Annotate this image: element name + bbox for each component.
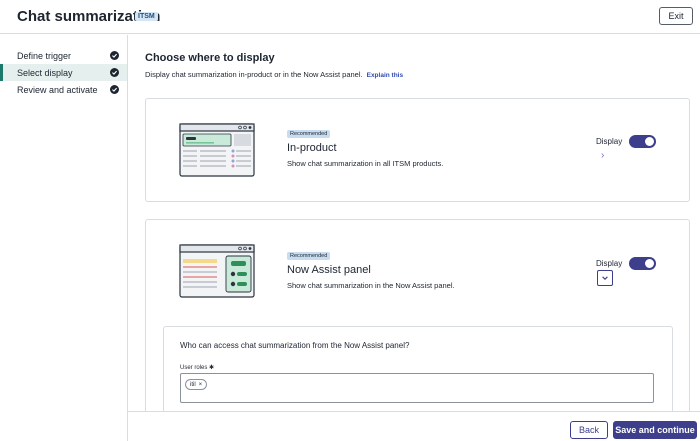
check-circle-icon: [110, 85, 119, 94]
display-toggle[interactable]: [629, 135, 656, 148]
close-icon[interactable]: ×: [199, 382, 203, 388]
step-label: Select display: [17, 67, 73, 78]
role-chip-label: itil: [190, 381, 196, 388]
section-title: Choose where to display: [145, 52, 275, 64]
chevron-right-icon[interactable]: ›: [601, 150, 604, 161]
recommended-badge: Recommended: [287, 130, 331, 138]
display-label: Display: [596, 259, 623, 268]
exit-button[interactable]: Exit: [659, 7, 693, 25]
section-subtitle: Display chat summarization in-product or…: [145, 70, 403, 79]
step-label: Review and activate: [17, 84, 98, 95]
access-panel: Who can access chat summarization from t…: [163, 326, 673, 411]
display-toggle[interactable]: [629, 257, 656, 270]
footer-bar: Back Save and continue: [128, 411, 700, 441]
step-review-activate[interactable]: Review and activate: [0, 81, 127, 98]
steps-sidebar: Define trigger Select display Review and…: [0, 35, 128, 441]
check-circle-icon: [110, 68, 119, 77]
user-roles-label-text: User roles: [180, 365, 208, 371]
display-label: Display: [596, 137, 623, 146]
subtitle-text: Display chat summarization in-product or…: [145, 70, 363, 79]
save-and-continue-button[interactable]: Save and continue: [613, 421, 697, 439]
explain-this-link[interactable]: Explain this: [367, 72, 403, 79]
step-define-trigger[interactable]: Define trigger: [0, 47, 127, 64]
itsm-badge: ITSM: [135, 12, 158, 21]
option-title: Now Assist panel: [287, 264, 371, 276]
toggle-knob: [644, 258, 655, 269]
top-header: Chat summarization ITSM Exit: [0, 0, 700, 34]
step-label: Define trigger: [17, 50, 72, 61]
option-description: Show chat summarization in the Now Assis…: [287, 281, 455, 290]
back-button[interactable]: Back: [570, 421, 608, 439]
access-question: Who can access chat summarization from t…: [180, 341, 410, 350]
chevron-down-icon[interactable]: [597, 270, 613, 286]
option-description: Show chat summarization in all ITSM prod…: [287, 159, 444, 168]
role-chip[interactable]: itil ×: [185, 379, 208, 390]
in-product-card: Recommended In-product Show chat summari…: [145, 98, 690, 202]
user-roles-label: User roles ✱: [180, 364, 214, 371]
check-circle-icon: [110, 51, 119, 60]
step-select-display[interactable]: Select display: [0, 64, 127, 81]
recommended-badge: Recommended: [287, 252, 331, 260]
toggle-knob: [644, 136, 655, 147]
in-product-illustration: [179, 123, 255, 177]
user-roles-input[interactable]: itil ×: [180, 373, 654, 403]
option-title: In-product: [287, 142, 337, 154]
required-icon: ✱: [209, 365, 215, 371]
now-assist-panel-illustration: [179, 244, 255, 298]
main-content: Choose where to display Display chat sum…: [128, 35, 700, 411]
now-assist-panel-card: Recommended Now Assist panel Show chat s…: [145, 219, 690, 411]
